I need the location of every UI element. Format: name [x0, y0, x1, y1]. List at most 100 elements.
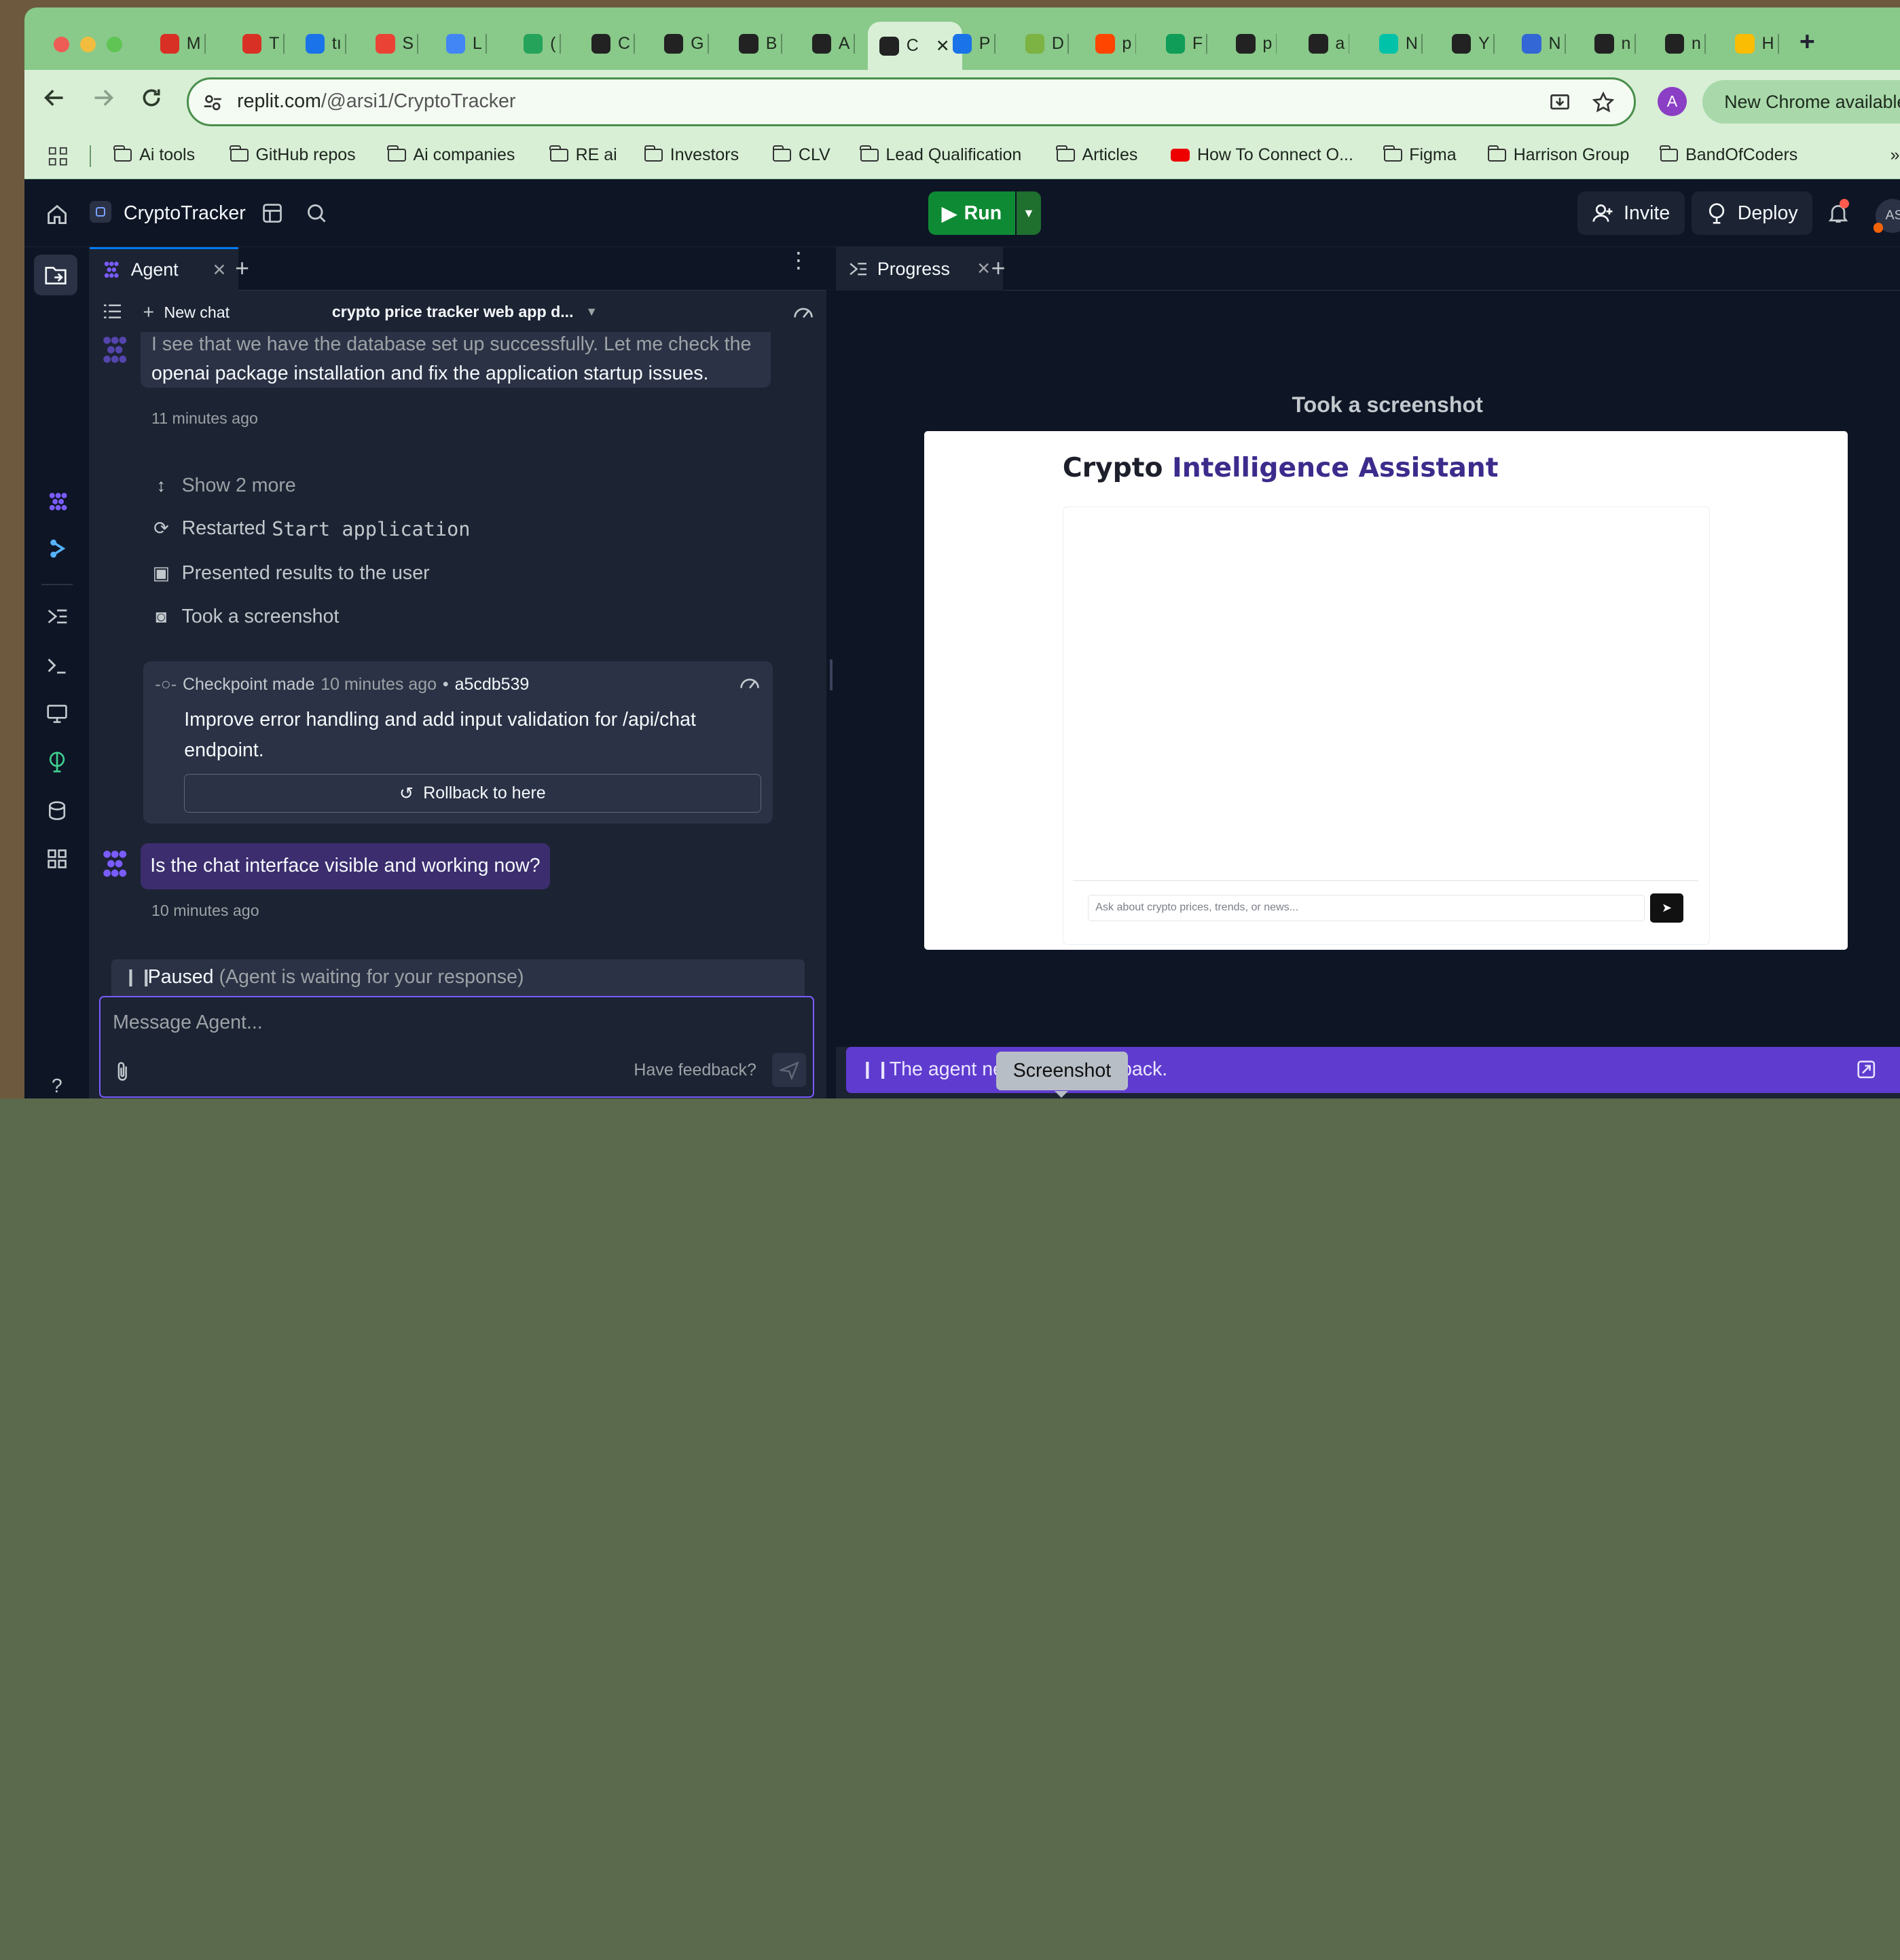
show-more-button[interactable]: ↕ Show 2 more — [150, 475, 296, 497]
close-tab-icon[interactable]: ✕ — [976, 259, 991, 279]
browser-tab-label: N — [1405, 33, 1418, 53]
bookmark-item[interactable]: How To Connect O... — [1170, 145, 1353, 165]
attach-paperclip-icon[interactable] — [113, 1060, 132, 1082]
tab-progress[interactable]: Progress ✕ — [836, 247, 1003, 291]
close-tab-icon[interactable]: ✕ — [213, 260, 227, 280]
bookmark-star-icon[interactable] — [1592, 92, 1615, 113]
invite-button[interactable]: Invite — [1577, 191, 1685, 236]
run-options-dropdown[interactable]: ▼ — [1017, 191, 1041, 236]
agent-tool-icon[interactable] — [43, 489, 70, 516]
bookmark-item[interactable]: RE ai — [549, 145, 617, 165]
reload-button[interactable] — [141, 87, 162, 115]
action-screenshot[interactable]: ◙ Took a screenshot — [150, 606, 339, 628]
panel-menu-icon[interactable]: ⋮ — [788, 249, 809, 271]
browser-tab[interactable]: N — [1378, 22, 1423, 65]
bookmark-item[interactable]: BandOfCoders — [1659, 145, 1797, 165]
new-chat-label: New chat — [164, 303, 230, 322]
new-chat-button[interactable]: + New chat — [143, 301, 230, 324]
project-name[interactable]: CryptoTracker — [124, 202, 246, 225]
add-tab-button[interactable]: + — [235, 255, 249, 282]
back-button[interactable] — [43, 87, 65, 115]
browser-tab[interactable]: B — [739, 22, 782, 65]
apps-grid-icon[interactable] — [48, 147, 68, 166]
browser-tab[interactable]: a — [1309, 22, 1350, 65]
browser-tab[interactable]: C ✕ — [867, 22, 962, 71]
commit-hash[interactable]: a5cdb539 — [455, 675, 530, 695]
folder-icon — [772, 145, 792, 162]
bookmark-item[interactable]: Figma — [1383, 145, 1457, 165]
all-tools-grid-icon[interactable] — [43, 848, 70, 874]
usage-gauge-icon[interactable] — [792, 303, 814, 320]
message-input[interactable] — [113, 1009, 792, 1036]
bookmark-item[interactable]: Ai tools — [113, 145, 195, 165]
forward-button[interactable] — [92, 87, 114, 115]
browser-tab[interactable]: tı — [305, 22, 346, 65]
browser-tab[interactable]: H — [1735, 22, 1779, 65]
feedback-link[interactable]: Have feedback? — [634, 1060, 756, 1080]
chrome-update-button[interactable]: New Chrome available — [1702, 79, 1900, 124]
close-tab-icon[interactable]: ✕ — [936, 36, 950, 56]
browser-tab[interactable]: p — [1236, 22, 1277, 65]
close-window-button[interactable] — [53, 36, 69, 52]
browser-tab[interactable]: D — [1025, 22, 1070, 65]
home-icon[interactable] — [46, 204, 68, 225]
assistant-tool-icon[interactable] — [43, 538, 70, 564]
bookmark-item[interactable]: Lead Qualification — [860, 145, 1021, 165]
browser-tab[interactable]: ( — [523, 22, 561, 65]
browser-tab[interactable]: S — [376, 22, 419, 65]
send-button[interactable] — [771, 1052, 806, 1087]
screenshot-preview[interactable]: Crypto Intelligence Assistant Ask about … — [924, 431, 1848, 950]
browser-tab[interactable]: G — [663, 22, 709, 65]
browser-tab[interactable]: N — [1522, 22, 1566, 65]
tab-agent[interactable]: Agent ✕ — [90, 247, 239, 291]
bookmark-item[interactable]: Investors — [644, 145, 739, 165]
new-tab-button[interactable]: + — [1799, 26, 1815, 57]
rollback-button[interactable]: ↺ Rollback to here — [184, 774, 761, 813]
browser-tab[interactable]: p — [1095, 22, 1137, 65]
browser-tab[interactable]: T — [242, 22, 285, 65]
checkpoint-gauge-icon[interactable] — [739, 673, 761, 690]
help-icon[interactable]: ? — [43, 1073, 70, 1098]
commit-icon: -○- — [155, 674, 177, 694]
database-tool-icon[interactable] — [43, 800, 70, 826]
chat-history-list-icon[interactable] — [104, 304, 122, 318]
browser-tab[interactable]: Y — [1451, 22, 1495, 65]
bookmark-item[interactable]: Ai companies — [387, 145, 515, 165]
browser-tab[interactable]: F — [1165, 22, 1208, 65]
chat-title-dropdown[interactable]: crypto price tracker web app d... ▼ — [332, 303, 598, 321]
deployments-tool-icon[interactable] — [43, 751, 70, 777]
panel-resize-handle[interactable] — [826, 247, 837, 1099]
install-app-icon[interactable] — [1549, 92, 1571, 113]
browser-tab-label: G — [691, 33, 704, 53]
search-icon[interactable] — [306, 202, 327, 224]
shell-tool-icon[interactable] — [43, 654, 70, 681]
files-tool-button[interactable] — [33, 254, 78, 296]
site-settings-icon[interactable] — [203, 93, 223, 113]
profile-avatar[interactable]: A — [1658, 87, 1687, 117]
browser-tab[interactable]: n — [1664, 22, 1706, 65]
minimize-window-button[interactable] — [79, 36, 96, 52]
address-bar[interactable]: replit.com/@arsi1/CryptoTracker — [186, 77, 1636, 126]
bookmark-item[interactable]: GitHub repos — [230, 145, 356, 165]
zoom-window-button[interactable] — [106, 36, 123, 52]
browser-tab[interactable]: M — [160, 22, 206, 65]
bookmark-item[interactable]: Articles — [1056, 145, 1137, 165]
checkpoint-description: endpoint. — [184, 739, 264, 762]
browser-tab[interactable]: P — [952, 22, 995, 65]
progress-tool-icon[interactable] — [43, 606, 70, 632]
workspace-layout-icon[interactable] — [261, 202, 283, 224]
run-button[interactable]: ▶ Run — [928, 191, 1016, 236]
open-external-icon[interactable] — [1857, 1060, 1876, 1079]
message-composer: Have feedback? — [99, 995, 815, 1098]
webview-tool-icon[interactable] — [43, 703, 70, 729]
deploy-button[interactable]: Deploy — [1692, 191, 1813, 236]
browser-tab[interactable]: L — [445, 22, 487, 65]
more-bookmarks-icon[interactable]: » — [1890, 145, 1900, 165]
progress-panel: Progress ✕ + Took a screenshot Crypto In… — [836, 247, 1900, 1099]
bookmark-item[interactable]: CLV — [772, 145, 830, 165]
bookmark-item[interactable]: Harrison Group — [1487, 145, 1629, 165]
add-tab-button[interactable]: + — [991, 255, 1006, 282]
browser-tab[interactable]: n — [1594, 22, 1636, 65]
browser-tab[interactable]: A — [811, 22, 855, 65]
browser-tab[interactable]: C — [591, 22, 636, 65]
